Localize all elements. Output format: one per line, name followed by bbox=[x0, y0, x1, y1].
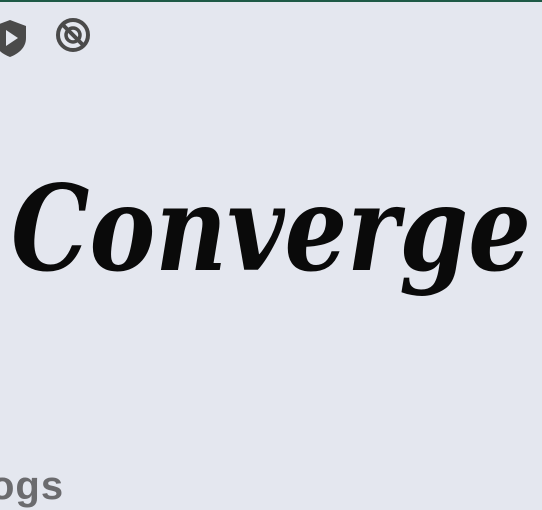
app-logo: Converge bbox=[0, 150, 542, 360]
no-entry-icon bbox=[52, 14, 94, 56]
partial-label: ogs bbox=[0, 464, 65, 508]
app-logo-text: Converge bbox=[11, 159, 531, 298]
status-icons bbox=[0, 14, 120, 58]
window-top-border bbox=[0, 0, 542, 2]
shield-play-icon bbox=[0, 18, 32, 58]
